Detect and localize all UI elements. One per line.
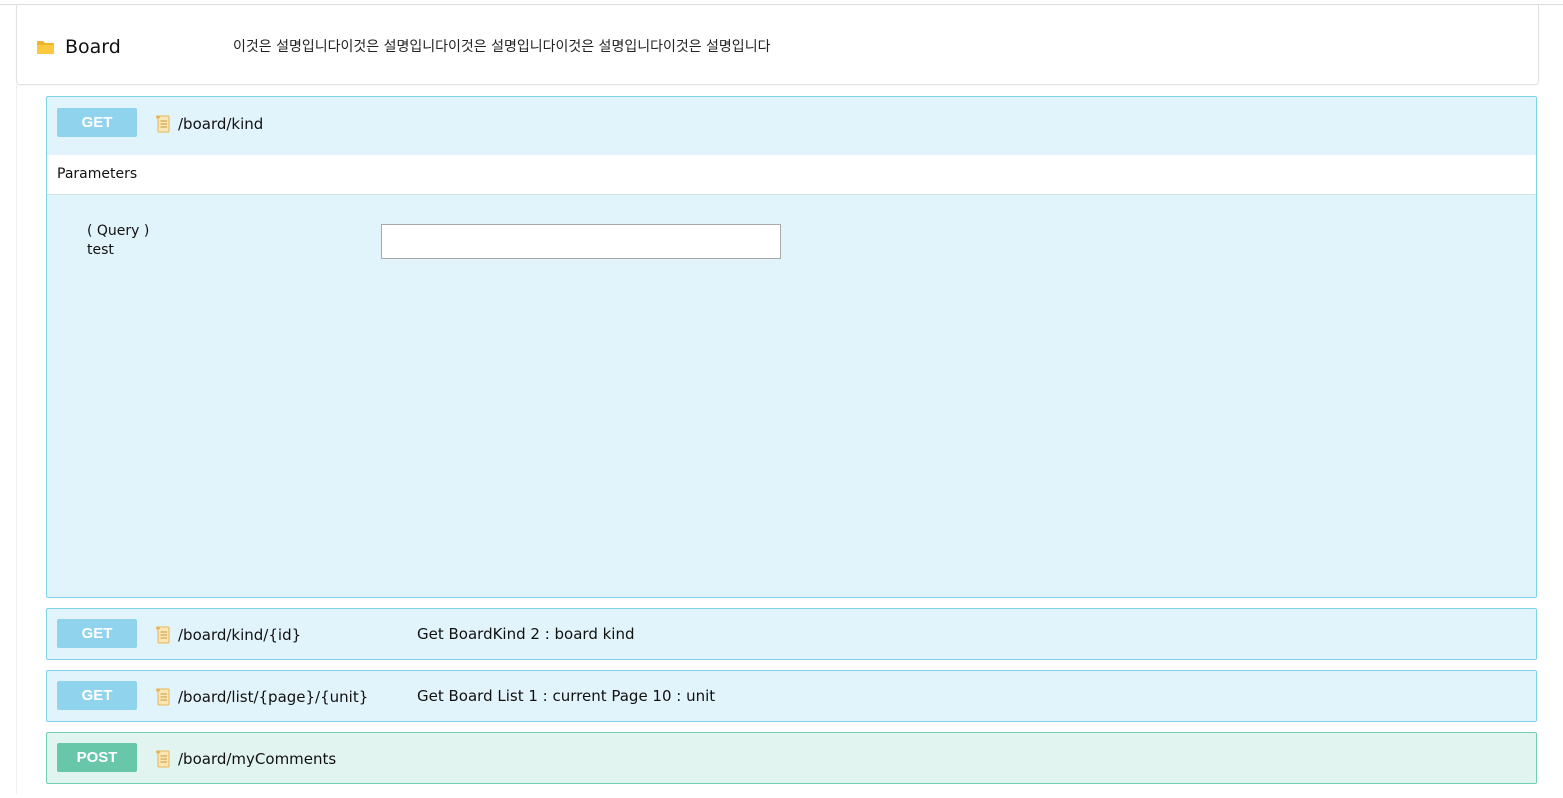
board-group-header[interactable]: Board 이것은 설명입니다이것은 설명입니다이것은 설명입니다이것은 설명입… xyxy=(16,5,1539,85)
group-description: 이것은 설명입니다이것은 설명입니다이것은 설명입니다이것은 설명입니다이것은 … xyxy=(233,39,771,55)
param-test-input[interactable] xyxy=(381,224,781,259)
operation-get-board-list[interactable]: GET /board/list/{page}/{unit} Get Board … xyxy=(46,670,1537,722)
operation-summary: Get BoardKind 2 : board kind xyxy=(417,625,635,643)
method-badge: GET xyxy=(57,619,137,648)
operation-path: /board/list/{page}/{unit} xyxy=(178,688,369,706)
operation-header[interactable]: GET /board/kind xyxy=(47,97,1536,155)
method-badge: GET xyxy=(57,108,137,137)
method-badge: POST xyxy=(57,743,137,772)
operation-get-board-kind-id[interactable]: GET /board/kind/{id} Get BoardKind 2 : b… xyxy=(46,608,1537,660)
document-icon xyxy=(156,115,170,133)
operation-post-board-mycomments[interactable]: POST /board/myComments xyxy=(46,732,1537,784)
document-icon xyxy=(156,750,170,768)
parameters-section-header: Parameters xyxy=(47,155,1536,195)
operation-get-board-kind: GET /board/kind Parameters ( Query ) tes… xyxy=(46,96,1537,598)
document-icon xyxy=(156,626,170,644)
operation-path: /board/kind xyxy=(178,115,264,133)
parameters-label: Parameters xyxy=(57,166,138,182)
operation-path: /board/myComments xyxy=(178,750,337,768)
folder-icon xyxy=(37,41,54,54)
group-title: Board xyxy=(65,36,121,58)
method-badge: GET xyxy=(57,681,137,710)
document-icon xyxy=(156,688,170,706)
group-left-rail xyxy=(16,84,17,794)
param-location: ( Query ) xyxy=(87,223,150,239)
operation-summary: Get Board List 1 : current Page 10 : uni… xyxy=(417,687,716,705)
operation-path: /board/kind/{id} xyxy=(178,626,302,644)
param-name: test xyxy=(87,242,114,258)
